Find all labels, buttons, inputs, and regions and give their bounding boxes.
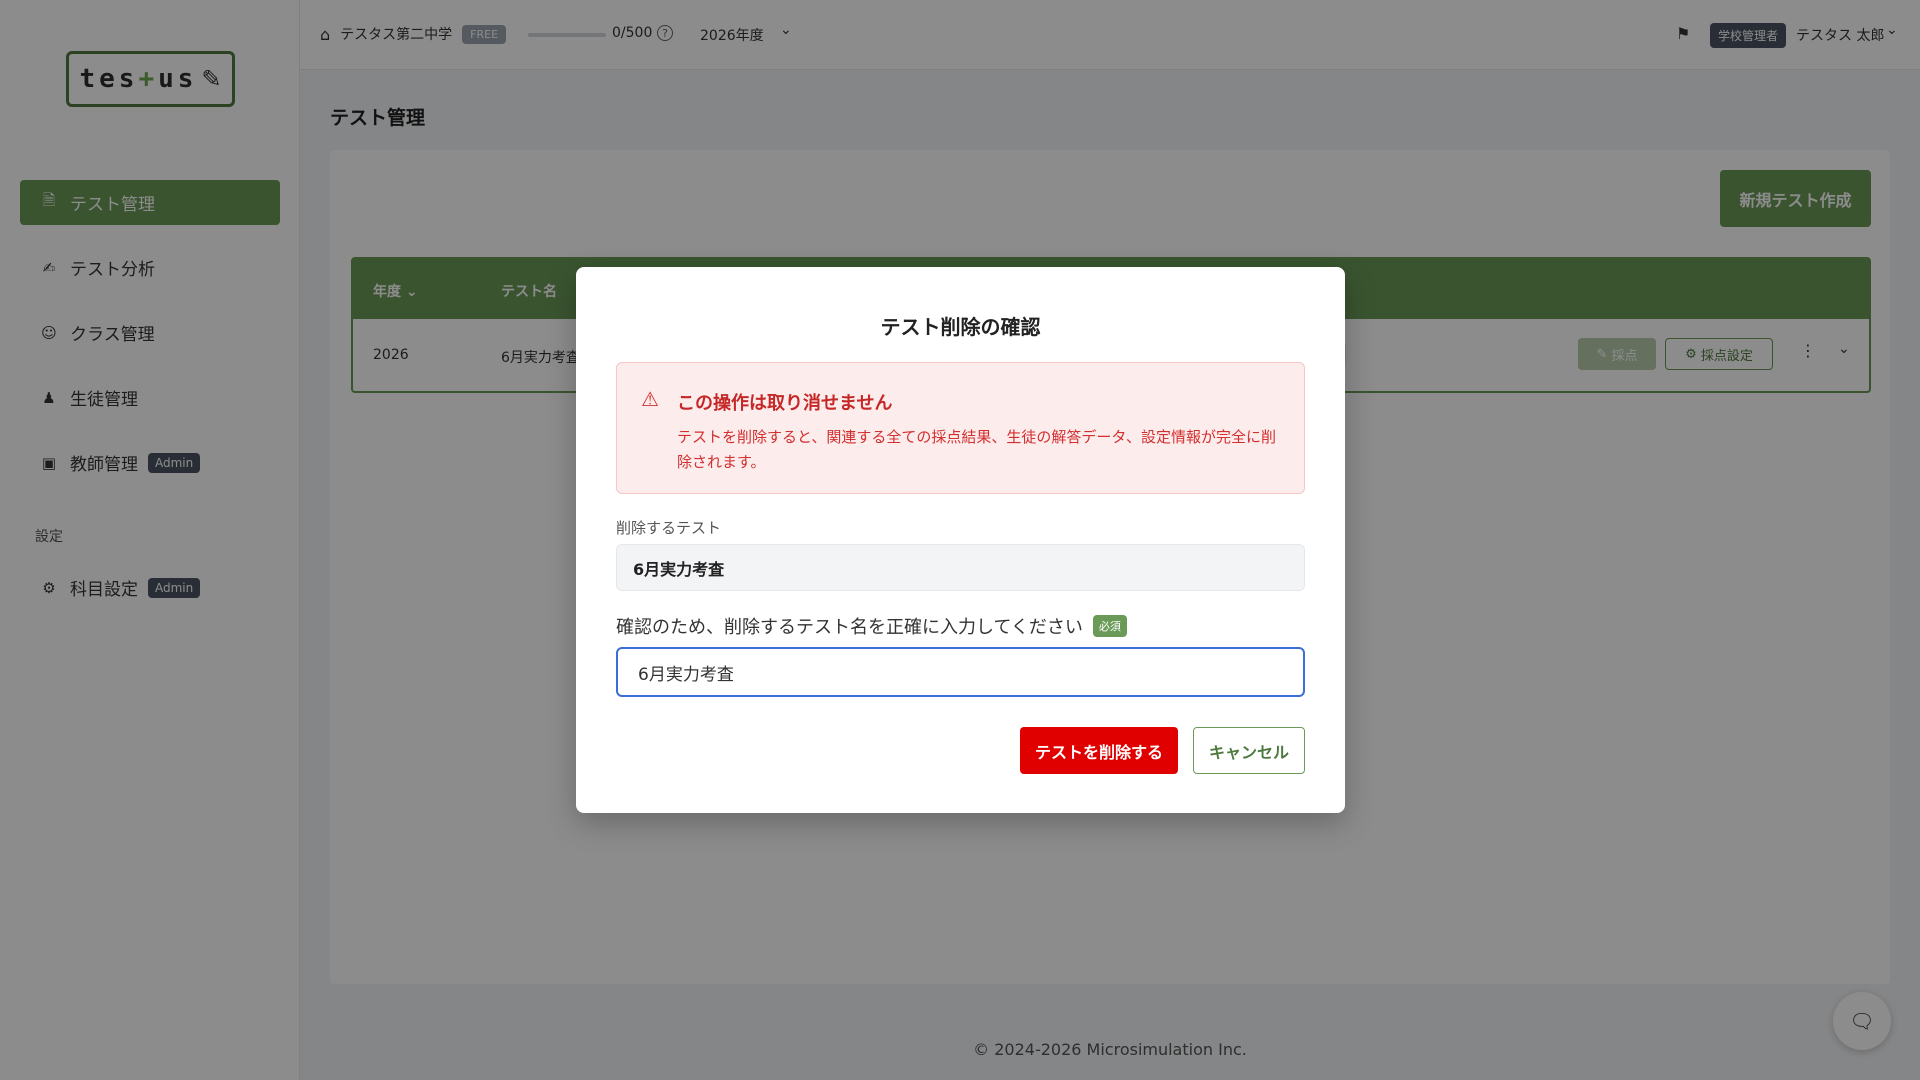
confirm-field-label: 確認のため、削除するテスト名を正確に入力してください 必須 [616,613,1127,639]
warning-icon: ⚠ [641,387,659,411]
required-badge: 必須 [1092,615,1127,637]
delete-test-button[interactable]: テストを削除する [1020,727,1178,774]
cancel-button[interactable]: キャンセル [1193,727,1305,774]
alert-title: この操作は取り消せません [677,393,893,414]
dialog-title: テスト削除の確認 [880,315,1041,339]
confirm-test-name-input[interactable] [616,647,1305,697]
target-test-name: 6月実力考査 [616,544,1305,591]
alert-message: テストを削除すると、関連する全ての採点結果、生徒の解答データ、設定情報が完全に削… [677,428,1276,471]
delete-confirm-dialog: テスト削除の確認 ⚠ この操作は取り消せません テストを削除すると、関連する全て… [576,267,1345,813]
target-test-label: 削除するテスト [616,519,722,537]
warning-alert: ⚠ この操作は取り消せません テストを削除すると、関連する全ての採点結果、生徒の… [616,362,1305,494]
